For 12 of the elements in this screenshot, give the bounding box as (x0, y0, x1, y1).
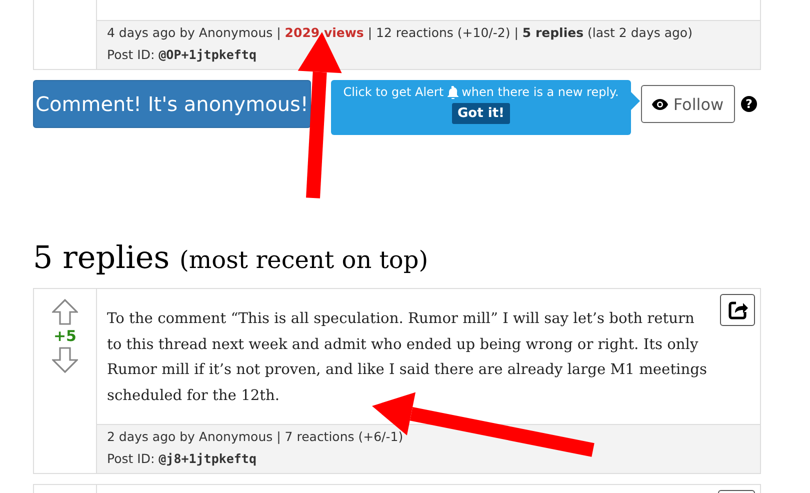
post-id: Post ID: @OP+1jtpkeftq (107, 46, 258, 64)
reply-text: To the comment “This is all speculation. Rumor mill” I will say let’s both return to this thread next week and admit who ended up being wrong or right. Its only Rumor mill if it’s not proven, and like I said there are already large M1 meetings scheduled for the 12th. (107, 309, 708, 406)
got-it-button[interactable]: Got it! (452, 103, 510, 124)
post-meta: 4 days ago by Anonymous | 2029 views | 12 reactions (+10/-2) | 5 replies (last 2 days ago) (107, 24, 694, 42)
vote-score: +5 (53, 327, 76, 345)
post-id: Post ID: @j8+1jtpkeftq (107, 450, 258, 468)
help-icon[interactable]: ? (741, 96, 757, 112)
follow-button[interactable]: Follow (641, 85, 735, 123)
tooltip-text: Click to get Alert when there is a new reply. (343, 85, 619, 99)
post-meta: 2 days ago by Anonymous | 7 reactions (+6/-1) (107, 428, 404, 446)
comment-button[interactable]: Comment! It's anonymous! (33, 80, 311, 128)
replies-heading: 5 replies (most recent on top) (33, 240, 430, 278)
